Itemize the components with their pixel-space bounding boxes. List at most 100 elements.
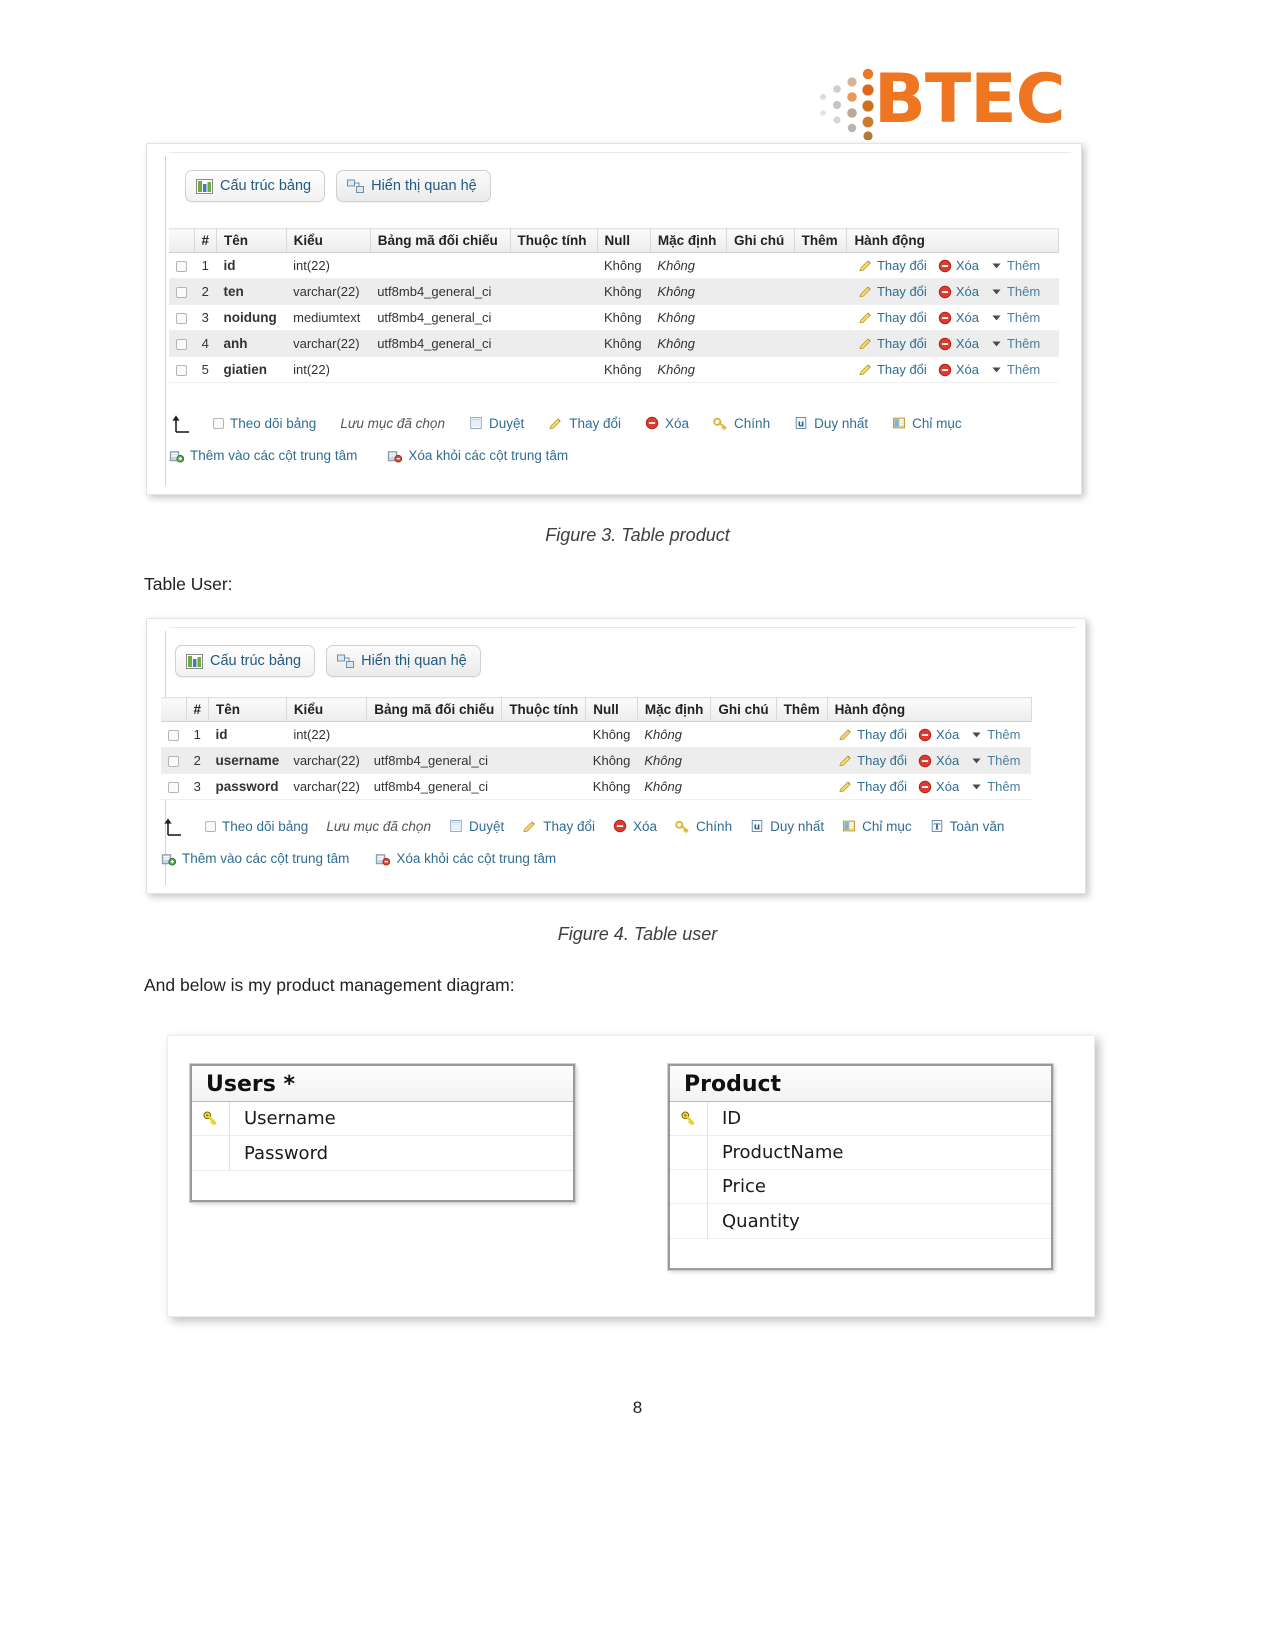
checkbox-icon[interactable] bbox=[176, 261, 187, 273]
drop-action[interactable]: Xóa bbox=[934, 258, 983, 273]
footer-action-add-central-columns[interactable]: Thêm vào các cột trung tâm bbox=[169, 448, 357, 463]
change-action[interactable]: Thay đổi bbox=[834, 727, 911, 742]
change-action[interactable]: Thay đổi bbox=[854, 284, 931, 299]
footer-action-primary-key[interactable]: Chính bbox=[713, 416, 770, 431]
footer-action-none[interactable]: Lưu mục đã chọn bbox=[340, 416, 445, 431]
drop-action[interactable]: Xóa bbox=[934, 362, 983, 377]
drop-action[interactable]: Xóa bbox=[934, 336, 983, 351]
row-select-checkbox[interactable] bbox=[161, 773, 186, 800]
change-action[interactable]: Thay đổi bbox=[854, 362, 931, 377]
row-select-checkbox[interactable] bbox=[169, 304, 194, 331]
more-action[interactable]: Thêm bbox=[986, 362, 1044, 377]
footer-action-checkbox[interactable]: Theo dõi bảng bbox=[213, 416, 316, 431]
er-field-name: Quantity bbox=[722, 1210, 800, 1232]
footer-action-delete[interactable]: Xóa bbox=[645, 416, 689, 431]
column-comment bbox=[710, 721, 777, 748]
footer-action-label: Thêm vào các cột trung tâm bbox=[190, 448, 358, 463]
select-all-header bbox=[169, 228, 195, 253]
footer-action-unique[interactable]: u Duy nhất bbox=[750, 819, 824, 834]
er-entity-title: Users * bbox=[192, 1066, 573, 1102]
checkbox-icon[interactable] bbox=[176, 287, 187, 299]
footer-action-primary-key[interactable]: Chính bbox=[675, 819, 732, 834]
footer-action-pencil[interactable]: Thay đổi bbox=[548, 416, 621, 431]
drop-action[interactable]: Xóa bbox=[914, 753, 963, 768]
row-actions: Thay đổi Xóa Thêm bbox=[846, 304, 1059, 331]
footer-action-label: Lưu mục đã chọn bbox=[326, 818, 431, 834]
column-default: Không bbox=[650, 278, 727, 305]
column-type: varchar(22) bbox=[286, 747, 367, 774]
more-action[interactable]: Thêm bbox=[966, 727, 1024, 742]
checkbox-icon[interactable] bbox=[168, 730, 179, 742]
footer-action-index[interactable]: Chỉ mục bbox=[892, 416, 962, 431]
chevron-down-icon bbox=[992, 341, 1001, 347]
unique-icon: u bbox=[795, 417, 807, 430]
footer-action-index[interactable]: Chỉ mục bbox=[842, 819, 912, 834]
footer-action-fulltext[interactable]: T Toàn văn bbox=[930, 819, 1004, 834]
tab-table-structure-label: Cấu trúc bảng bbox=[220, 178, 312, 194]
figure3-screenshot: Cấu trúc bảng Hiển thị quan hệ # Tên Kiểu B… bbox=[146, 143, 1082, 495]
row-select-checkbox[interactable] bbox=[169, 252, 194, 279]
row-select-checkbox[interactable] bbox=[161, 721, 186, 748]
column-extra bbox=[776, 747, 828, 774]
chevron-down-icon bbox=[992, 289, 1001, 295]
er-entity-spacer bbox=[192, 1170, 573, 1200]
er-field-row: Quantity bbox=[670, 1204, 1051, 1238]
more-action-label: Thêm bbox=[1006, 284, 1041, 299]
checkbox-icon[interactable] bbox=[168, 756, 179, 768]
column-comment bbox=[726, 330, 795, 357]
more-action[interactable]: Thêm bbox=[986, 336, 1044, 351]
footer-action-add-central-columns[interactable]: Thêm vào các cột trung tâm bbox=[161, 851, 349, 866]
drop-action[interactable]: Xóa bbox=[914, 727, 963, 742]
footer-action-remove-central-columns[interactable]: Xóa khỏi các cột trung tâm bbox=[387, 448, 568, 463]
footer-action-label: Chỉ mục bbox=[912, 415, 962, 431]
more-action[interactable]: Thêm bbox=[966, 753, 1024, 768]
checkbox-icon[interactable] bbox=[176, 365, 187, 377]
delete-icon bbox=[938, 285, 952, 298]
change-action[interactable]: Thay đổi bbox=[834, 753, 911, 768]
change-action[interactable]: Thay đổi bbox=[834, 779, 911, 794]
add-central-columns-icon bbox=[169, 451, 184, 463]
more-action[interactable]: Thêm bbox=[986, 284, 1044, 299]
footer-action-none[interactable]: Lưu mục đã chọn bbox=[326, 819, 431, 834]
er-key-cell bbox=[670, 1136, 708, 1169]
table-row: 2 username varchar(22) utf8mb4_general_ci Kh… bbox=[161, 747, 1032, 774]
drop-action[interactable]: Xóa bbox=[934, 284, 983, 299]
row-select-checkbox[interactable] bbox=[169, 330, 194, 357]
more-action-label: Thêm bbox=[1006, 310, 1041, 325]
footer-action-label: Chính bbox=[696, 818, 733, 834]
footer-action-browse[interactable]: Duyệt bbox=[449, 819, 504, 834]
figure4-caption: Figure 4. Table user bbox=[557, 924, 718, 944]
checkbox-icon[interactable] bbox=[168, 782, 179, 794]
tab-relation-view[interactable]: Hiển thị quan hệ bbox=[326, 645, 481, 677]
row-select-checkbox[interactable] bbox=[161, 747, 186, 774]
tab-table-structure[interactable]: Cấu trúc bảng bbox=[185, 170, 326, 202]
drop-action[interactable]: Xóa bbox=[934, 310, 983, 325]
tab-table-structure[interactable]: Cấu trúc bảng bbox=[175, 645, 316, 677]
more-action[interactable]: Thêm bbox=[986, 258, 1044, 273]
more-action-label: Thêm bbox=[987, 779, 1021, 794]
change-action[interactable]: Thay đổi bbox=[854, 258, 931, 273]
checkbox-icon[interactable] bbox=[213, 417, 224, 429]
column-collation: utf8mb4_general_ci bbox=[366, 773, 502, 800]
drop-action[interactable]: Xóa bbox=[914, 779, 963, 794]
change-action[interactable]: Thay đổi bbox=[854, 336, 931, 351]
tab-relation-view[interactable]: Hiển thị quan hệ bbox=[336, 170, 491, 202]
more-action[interactable]: Thêm bbox=[986, 310, 1044, 325]
footer-action-remove-central-columns[interactable]: Xóa khỏi các cột trung tâm bbox=[375, 851, 556, 866]
drop-action-label: Xóa bbox=[936, 779, 960, 794]
figure4-structure-table: # Tên Kiểu Bảng mã đối chiếu Thuộc tính Null M… bbox=[161, 697, 1032, 800]
checkbox-icon[interactable] bbox=[205, 820, 216, 832]
column-null: Không bbox=[585, 747, 638, 774]
more-action[interactable]: Thêm bbox=[966, 779, 1024, 794]
footer-action-unique[interactable]: u Duy nhất bbox=[794, 416, 868, 431]
checkbox-icon[interactable] bbox=[176, 339, 187, 351]
row-select-checkbox[interactable] bbox=[169, 356, 194, 383]
change-action[interactable]: Thay đổi bbox=[854, 310, 931, 325]
footer-action-pencil[interactable]: Thay đổi bbox=[522, 819, 595, 834]
checkbox-icon[interactable] bbox=[176, 313, 187, 325]
column-comment bbox=[726, 252, 795, 279]
footer-action-checkbox[interactable]: Theo dõi bảng bbox=[205, 819, 308, 834]
footer-action-browse[interactable]: Duyệt bbox=[469, 416, 524, 431]
footer-action-delete[interactable]: Xóa bbox=[613, 819, 657, 834]
row-select-checkbox[interactable] bbox=[169, 278, 194, 305]
